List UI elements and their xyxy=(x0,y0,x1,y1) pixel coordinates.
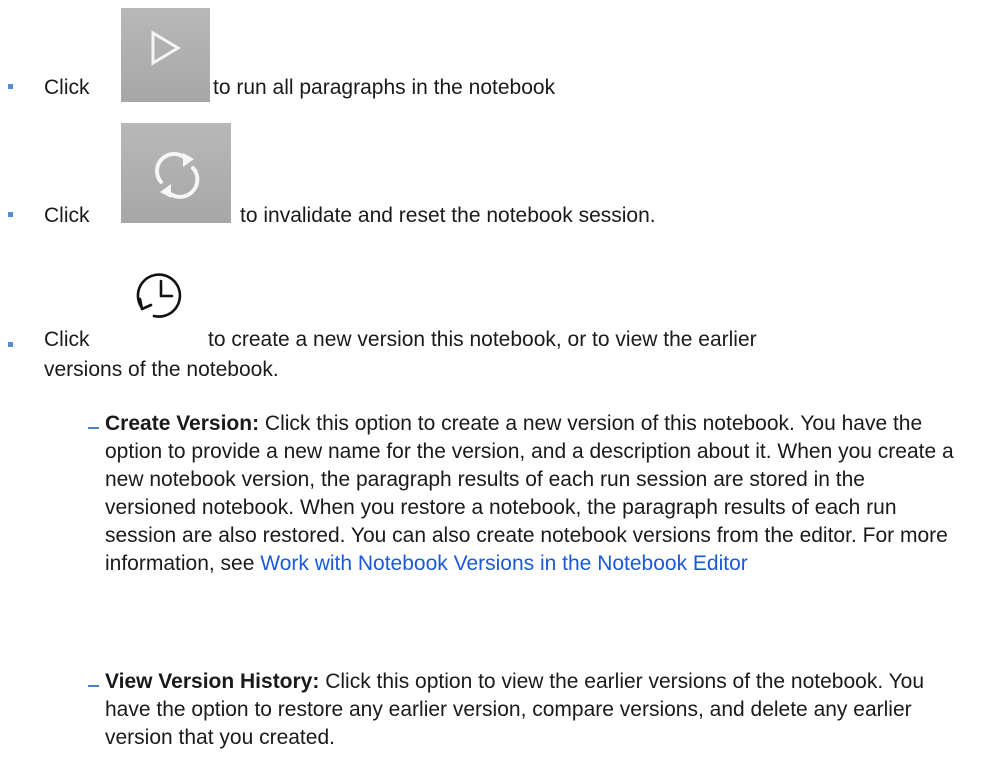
click-label-2: Click xyxy=(44,204,90,227)
create-version-body: Click this option to create a new versio… xyxy=(105,412,954,575)
dash-marker xyxy=(88,427,99,429)
history-icon[interactable] xyxy=(132,268,188,324)
run-all-description: to run all paragraphs in the notebook xyxy=(213,76,556,99)
bullet-marker xyxy=(8,342,18,352)
view-history-description: View Version History: Click this option … xyxy=(105,668,955,752)
version-description-line2: versions of the notebook. xyxy=(44,358,279,381)
click-label-3: Click xyxy=(44,328,90,351)
bullet-marker xyxy=(8,84,18,94)
version-description-line1: to create a new version this notebook, o… xyxy=(208,328,757,351)
create-version-term: Create Version: xyxy=(105,412,260,435)
dash-marker xyxy=(88,685,99,687)
click-label-1: Click xyxy=(44,76,90,99)
notebook-versions-link[interactable]: Work with Notebook Versions in the Noteb… xyxy=(260,552,748,575)
play-icon[interactable] xyxy=(121,8,210,102)
bullet-marker xyxy=(8,212,18,222)
view-history-term: View Version History: xyxy=(105,670,320,693)
create-version-description: Create Version: Click this option to cre… xyxy=(105,410,955,578)
refresh-icon[interactable] xyxy=(121,123,231,223)
reset-session-description: to invalidate and reset the notebook ses… xyxy=(240,204,656,227)
